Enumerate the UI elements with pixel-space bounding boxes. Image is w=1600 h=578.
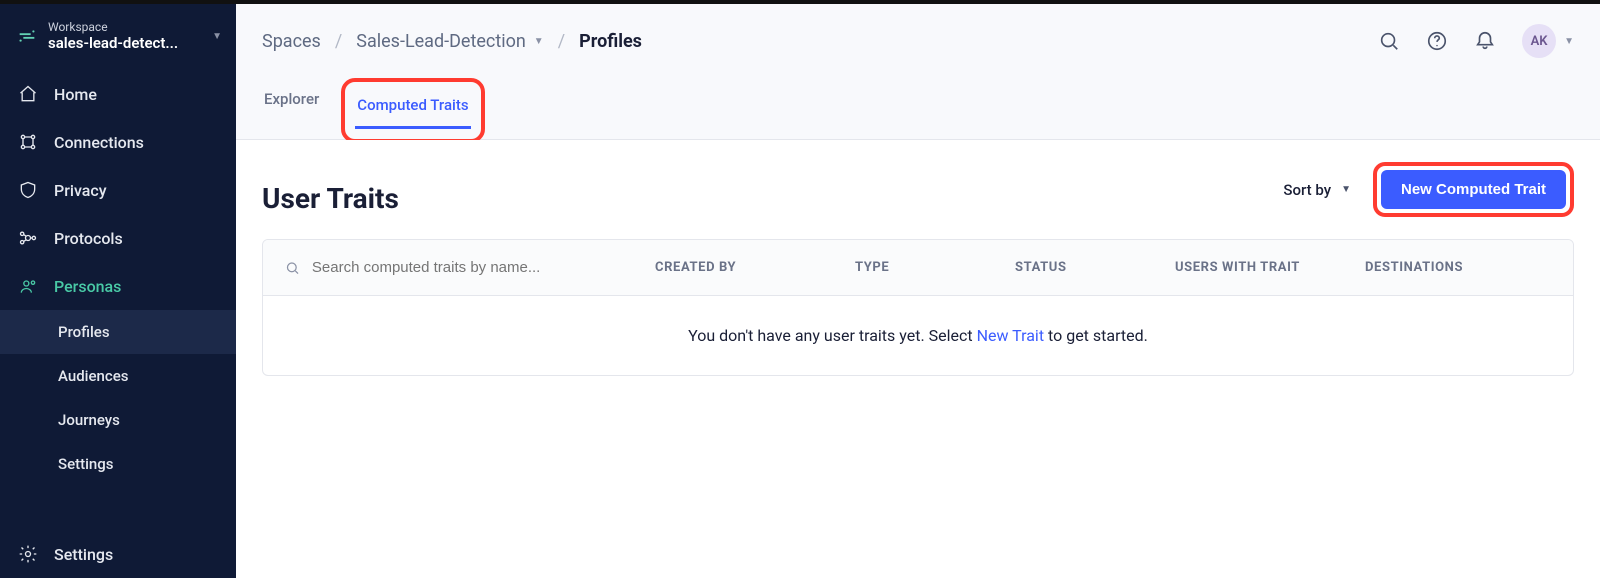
shield-icon (18, 180, 38, 200)
nav-home[interactable]: Home (0, 70, 236, 118)
chevron-down-icon: ▼ (534, 36, 544, 47)
nav-protocols[interactable]: Protocols (0, 214, 236, 262)
nav-label: Personas (54, 277, 121, 296)
crumb-sep: / (335, 31, 342, 52)
nav-label: Home (54, 85, 97, 104)
workspace-switcher[interactable]: Workspace sales-lead-detect... ▼ (0, 12, 236, 70)
col-status: STATUS (1015, 260, 1175, 275)
crumb-space-select[interactable]: Sales-Lead-Detection ▼ (356, 31, 543, 52)
empty-state: You don't have any user traits yet. Sele… (263, 296, 1573, 375)
user-menu[interactable]: AK ▼ (1522, 24, 1574, 58)
sidebar: Workspace sales-lead-detect... ▼ Home Co… (0, 4, 236, 578)
nav-settings[interactable]: Settings (0, 530, 236, 578)
tab-explorer[interactable]: Explorer (262, 80, 321, 139)
crumb-spaces[interactable]: Spaces (262, 31, 321, 52)
chevron-down-icon: ▼ (1564, 36, 1574, 47)
home-icon (18, 84, 38, 104)
search-icon (285, 260, 300, 276)
nav-label: Settings (54, 545, 113, 564)
nav-label: Protocols (54, 229, 123, 248)
crumb-sep: / (558, 31, 565, 52)
page-title: User Traits (262, 182, 399, 215)
search-icon[interactable] (1378, 30, 1400, 52)
subnav-audiences[interactable]: Audiences (0, 354, 236, 398)
nav-connections[interactable]: Connections (0, 118, 236, 166)
new-computed-trait-button[interactable]: New Computed Trait (1381, 170, 1566, 209)
crumb-current: Profiles (579, 31, 642, 52)
new-trait-link[interactable]: New Trait (977, 326, 1044, 345)
segment-logo-icon (16, 25, 38, 47)
annotation-highlight: Computed Traits (341, 78, 484, 143)
gear-icon (18, 544, 38, 564)
topbar: Spaces / Sales-Lead-Detection ▼ / Profil… (236, 4, 1600, 140)
avatar: AK (1522, 24, 1556, 58)
subnav-journeys[interactable]: Journeys (0, 398, 236, 442)
col-created-by: CREATED BY (655, 260, 855, 275)
col-users-with-trait: USERS WITH TRAIT (1175, 260, 1365, 275)
traits-table: CREATED BY TYPE STATUS USERS WITH TRAIT … (262, 239, 1574, 376)
subnav-settings[interactable]: Settings (0, 442, 236, 486)
chevron-down-icon: ▼ (212, 31, 222, 42)
protocols-icon (18, 228, 38, 248)
search-input[interactable] (310, 258, 655, 277)
breadcrumb: Spaces / Sales-Lead-Detection ▼ / Profil… (262, 31, 642, 52)
col-destinations: DESTINATIONS (1365, 260, 1551, 275)
help-icon[interactable] (1426, 30, 1448, 52)
personas-submenu: Profiles Audiences Journeys Settings (0, 310, 236, 486)
nav-privacy[interactable]: Privacy (0, 166, 236, 214)
nav-label: Privacy (54, 181, 107, 200)
subnav-profiles[interactable]: Profiles (0, 310, 236, 354)
col-type: TYPE (855, 260, 1015, 275)
workspace-name: sales-lead-detect... (48, 34, 178, 52)
tabs: Explorer Computed Traits (262, 80, 1574, 139)
workspace-label: Workspace (48, 20, 178, 34)
sort-by-dropdown[interactable]: Sort by ▼ (1283, 181, 1351, 199)
connections-icon (18, 132, 38, 152)
annotation-highlight: New Computed Trait (1373, 162, 1574, 217)
personas-icon (18, 276, 38, 296)
tab-computed-traits[interactable]: Computed Traits (355, 86, 470, 129)
nav-personas[interactable]: Personas (0, 262, 236, 310)
bell-icon[interactable] (1474, 30, 1496, 52)
chevron-down-icon: ▼ (1341, 184, 1351, 195)
nav-label: Connections (54, 133, 144, 152)
